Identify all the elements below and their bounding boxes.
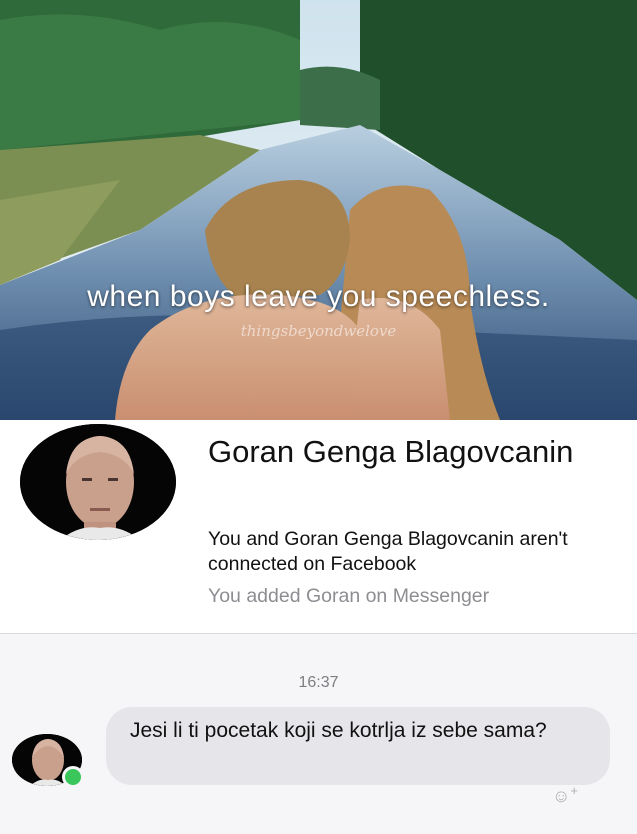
online-status-dot [62, 766, 84, 788]
connection-note: You and Goran Genga Blagovcanin aren't c… [208, 528, 568, 575]
sender-avatar[interactable] [12, 734, 84, 788]
message-timestamp: 16:37 [298, 674, 339, 691]
smiley-icon: ☺ [552, 786, 571, 806]
profile-avatar[interactable] [20, 424, 176, 540]
smiley-plus-icon[interactable]: ☺+ [552, 783, 578, 807]
plus-icon: + [570, 783, 578, 798]
cover-photo: when boys leave you speechless. thingsbe… [0, 0, 637, 420]
cover-photo-image [0, 0, 637, 420]
added-note: You added Goran on Messenger [208, 585, 490, 607]
profile-name: Goran Genga Blagovcanin [208, 434, 574, 469]
profile-avatar-image [20, 424, 176, 540]
message-text: Jesi li ti pocetak koji se kotrlja iz se… [130, 719, 547, 742]
cover-caption: when boys leave you speechless. [87, 280, 550, 313]
cover-watermark: thingsbeyondwelove [240, 322, 397, 340]
